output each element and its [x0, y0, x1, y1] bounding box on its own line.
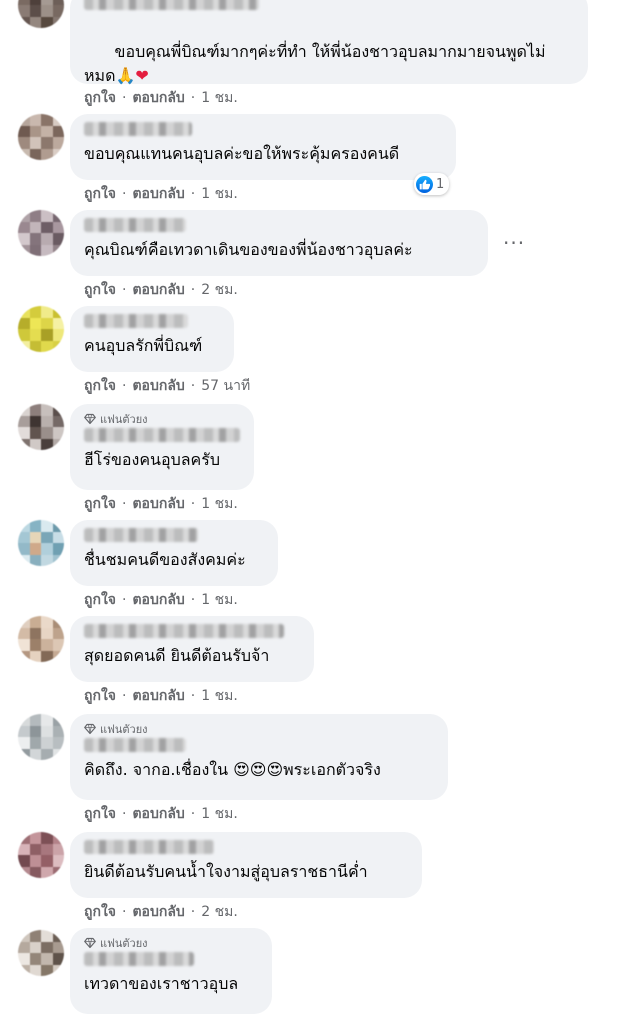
reaction-count[interactable]: 1	[414, 173, 450, 195]
diamond-icon	[84, 723, 96, 734]
comment-time[interactable]: 1 ชม.	[201, 589, 238, 611]
comment-actions: ถูกใจ · ตอบกลับ · 2 ชม.	[84, 281, 238, 299]
diamond-icon	[84, 937, 96, 948]
comment-actions: ถูกใจ · ตอบกลับ · 57 นาที	[84, 377, 250, 395]
fan-badge[interactable]: แฟนตัวยง	[84, 721, 434, 736]
commenter-name[interactable]	[84, 314, 188, 328]
comment-actions: ถูกใจ · ตอบกลับ · 1 ชม.	[84, 805, 238, 823]
commenter-name[interactable]	[84, 428, 240, 442]
reply-link[interactable]: ตอบกลับ	[132, 901, 184, 923]
comment-text: ฮีโร่ของคนอุบลครับ	[84, 450, 220, 469]
avatar[interactable]	[18, 114, 64, 160]
reply-link[interactable]: ตอบกลับ	[132, 803, 184, 825]
diamond-icon	[84, 413, 96, 424]
comment-time[interactable]: 2 ชม.	[201, 279, 238, 301]
like-thumb-icon	[416, 175, 433, 193]
comment-time[interactable]: 1 ชม.	[201, 183, 238, 205]
comment-bubble: ขอบคุณพี่บิณฑ์มากๆค่ะที่ทำ ให้พี่น้องชาว…	[70, 0, 588, 85]
reply-link[interactable]: ตอบกลับ	[132, 493, 184, 515]
commenter-name[interactable]	[84, 122, 192, 136]
comment-bubble: ชื่นชมคนดีของสังคมค่ะ	[70, 520, 278, 586]
comment-time[interactable]: 1 ชม.	[201, 685, 238, 707]
commenter-name[interactable]	[84, 738, 186, 752]
comment-time[interactable]: 1 ชม.	[201, 493, 238, 515]
avatar[interactable]	[18, 714, 64, 760]
comment-text: ยินดีต้อนรับคนน้ำใจงามสู่อุบลราชธานีค่ำ	[84, 862, 368, 881]
comment-bubble: แฟนตัวยง ฮีโร่ของคนอุบลครับ	[70, 404, 254, 490]
comment-text: ขอบคุณแทนคนอุบลค่ะขอให้พระคุ้มครองคนดี	[84, 144, 400, 163]
avatar[interactable]	[18, 404, 64, 450]
reply-link[interactable]: ตอบกลับ	[132, 685, 184, 707]
comment-time[interactable]: 2 ชม.	[201, 901, 238, 923]
comment-text: คุณบิณฑ์คือเทวดาเดินของของพี่น้องชาวอุบล…	[84, 240, 413, 259]
comment-bubble: ยินดีต้อนรับคนน้ำใจงามสู่อุบลราชธานีค่ำ	[70, 832, 422, 898]
like-link[interactable]: ถูกใจ	[84, 589, 116, 611]
comment-actions: ถูกใจ · ตอบกลับ · 1 ชม.	[84, 89, 238, 107]
comment-text: คนอุบลรักพี่บิณฑ์	[84, 336, 203, 355]
praying-hands-icon: 🙏	[115, 66, 136, 85]
comment-bubble: คุณบิณฑ์คือเทวดาเดินของของพี่น้องชาวอุบล…	[70, 210, 488, 276]
comment-bubble: แฟนตัวยง เทวดาของเราชาวอุบล	[70, 928, 272, 1014]
comment-actions: ถูกใจ · ตอบกลับ · 2 ชม.	[84, 903, 238, 921]
avatar[interactable]	[18, 0, 64, 28]
comment-text: ชื่นชมคนดีของสังคมค่ะ	[84, 550, 246, 569]
avatar[interactable]	[18, 930, 64, 976]
fan-badge[interactable]: แฟนตัวยง	[84, 935, 258, 950]
comment-bubble: สุดยอดคนดี ยินดีต้อนรับจ้า	[70, 616, 314, 682]
comment-text: เทวดาของเราชาวอุบล	[84, 974, 239, 993]
like-link[interactable]: ถูกใจ	[84, 279, 116, 301]
comment-text: คิดถึง. จากอ.เชื่องใน 😍😍😍พระเอกตัวจริง	[84, 760, 381, 779]
heart-icon: ❤	[135, 66, 149, 85]
fan-badge[interactable]: แฟนตัวยง	[84, 411, 240, 426]
more-options-icon[interactable]: ···	[503, 231, 525, 255]
like-link[interactable]: ถูกใจ	[84, 493, 116, 515]
like-link[interactable]: ถูกใจ	[84, 901, 116, 923]
comment-time[interactable]: 1 ชม.	[201, 803, 238, 825]
comment-bubble: คนอุบลรักพี่บิณฑ์	[70, 306, 234, 372]
like-link[interactable]: ถูกใจ	[84, 803, 116, 825]
avatar[interactable]	[18, 306, 64, 352]
comment-actions: ถูกใจ · ตอบกลับ · 1 ชม.	[84, 495, 238, 513]
comment-text: สุดยอดคนดี ยินดีต้อนรับจ้า	[84, 646, 270, 665]
avatar[interactable]	[18, 832, 64, 878]
like-link[interactable]: ถูกใจ	[84, 87, 116, 109]
reply-link[interactable]: ตอบกลับ	[132, 589, 184, 611]
avatar[interactable]	[18, 616, 64, 662]
avatar[interactable]	[18, 520, 64, 566]
comment-actions: ถูกใจ · ตอบกลับ · 1 ชม.	[84, 185, 238, 203]
reply-link[interactable]: ตอบกลับ	[132, 87, 184, 109]
comment-time[interactable]: 1 ชม.	[201, 87, 238, 109]
avatar[interactable]	[18, 210, 64, 256]
like-link[interactable]: ถูกใจ	[84, 375, 116, 397]
commenter-name[interactable]	[84, 218, 186, 232]
commenter-name[interactable]	[84, 528, 198, 542]
comment-actions: ถูกใจ · ตอบกลับ · 1 ชม.	[84, 687, 238, 705]
commenter-name[interactable]	[84, 0, 259, 10]
comment-bubble: ขอบคุณแทนคนอุบลค่ะขอให้พระคุ้มครองคนดี	[70, 114, 456, 180]
commenter-name[interactable]	[84, 624, 284, 638]
reply-link[interactable]: ตอบกลับ	[132, 375, 184, 397]
like-link[interactable]: ถูกใจ	[84, 183, 116, 205]
commenter-name[interactable]	[84, 840, 214, 854]
like-link[interactable]: ถูกใจ	[84, 685, 116, 707]
commenter-name[interactable]	[84, 952, 194, 966]
comment-time[interactable]: 57 นาที	[201, 375, 250, 397]
comment-bubble: แฟนตัวยง คิดถึง. จากอ.เชื่องใน 😍😍😍พระเอก…	[70, 714, 448, 800]
reply-link[interactable]: ตอบกลับ	[132, 183, 184, 205]
comment-actions: ถูกใจ · ตอบกลับ · 1 ชม.	[84, 591, 238, 609]
reply-link[interactable]: ตอบกลับ	[132, 279, 184, 301]
